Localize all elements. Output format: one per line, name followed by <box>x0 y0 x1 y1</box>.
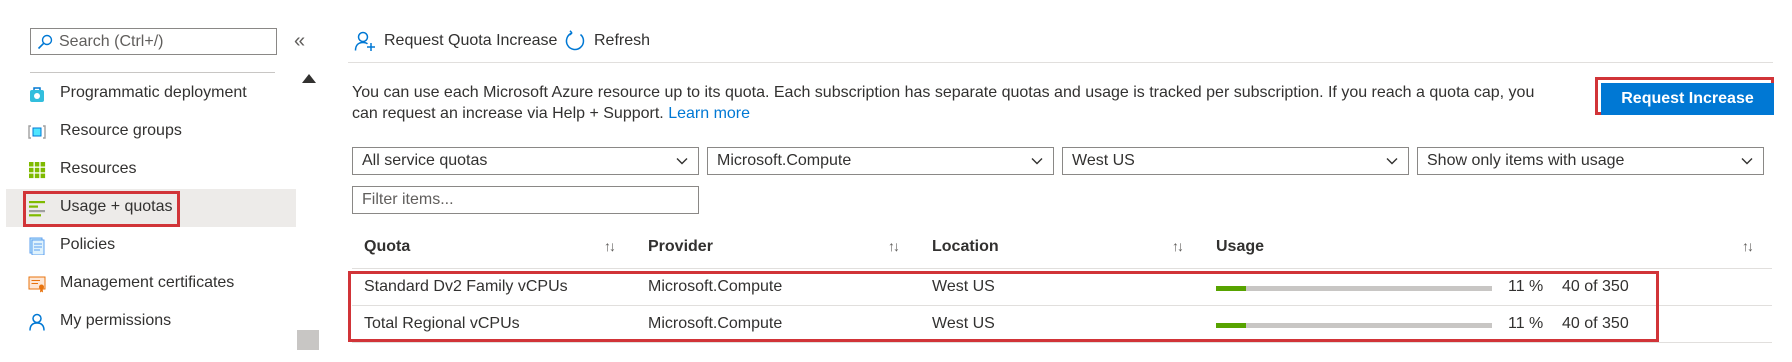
sidebar-item-label: Policies <box>60 236 116 253</box>
person-add-icon <box>354 31 375 51</box>
request-increase-button[interactable]: Request Increase <box>1601 83 1774 115</box>
request-quota-increase-button[interactable]: Request Quota Increase <box>354 28 557 54</box>
filter-items-box[interactable] <box>352 186 699 214</box>
refresh-icon <box>565 30 585 51</box>
chevron-down-icon <box>1741 158 1753 165</box>
chevron-down-icon <box>1386 158 1398 165</box>
search-input[interactable] <box>59 29 269 54</box>
document-icon <box>29 237 45 255</box>
sidebar-divider <box>30 72 275 73</box>
cube-icon <box>28 125 46 139</box>
chevron-down-icon <box>676 158 688 165</box>
learn-more-link[interactable]: Learn more <box>668 105 750 122</box>
dropdown-value: All service quotas <box>362 152 488 169</box>
sort-arrows-icon[interactable]: ↑↓ <box>888 238 900 254</box>
search-box[interactable] <box>30 28 277 55</box>
column-header-quota[interactable]: Quota <box>364 238 410 256</box>
location-dropdown[interactable]: West US <box>1062 147 1409 175</box>
sidebar-item-label: Resource groups <box>60 122 182 139</box>
sidebar-item-resource-groups[interactable]: Resource groups <box>6 113 296 151</box>
sidebar-item-label: Programmatic deployment <box>60 84 247 101</box>
sort-arrows-icon[interactable]: ↑↓ <box>604 238 616 254</box>
filter-items-input[interactable] <box>362 187 682 213</box>
sidebar-item-resources[interactable]: Resources <box>6 151 296 189</box>
request-increase-highlight-box: Request Increase <box>1595 77 1774 115</box>
dropdown-value: Microsoft.Compute <box>717 152 852 169</box>
description-text: You can use each Microsoft Azure resourc… <box>352 84 1535 122</box>
sort-arrows-icon[interactable]: ↑↓ <box>1742 238 1754 254</box>
sort-arrows-icon[interactable]: ↑↓ <box>1172 238 1184 254</box>
usage-filter-dropdown[interactable]: Show only items with usage <box>1417 147 1764 175</box>
column-header-usage[interactable]: Usage <box>1216 238 1264 256</box>
table-header-divider <box>352 268 1772 269</box>
row-divider <box>352 342 1772 343</box>
request-quota-increase-label: Request Quota Increase <box>384 32 558 49</box>
quota-description: You can use each Microsoft Azure resourc… <box>352 82 1552 124</box>
bag-icon <box>30 87 44 102</box>
rows-highlight-box <box>348 271 1659 342</box>
provider-dropdown[interactable]: Microsoft.Compute <box>707 147 1054 175</box>
selection-highlight-box <box>23 191 180 227</box>
grid-icon <box>29 162 46 179</box>
column-header-location[interactable]: Location <box>932 238 999 256</box>
service-quotas-dropdown[interactable]: All service quotas <box>352 147 699 175</box>
sidebar-item-label: Resources <box>60 160 137 177</box>
sidebar-item-programmatic-deployment[interactable]: Programmatic deployment <box>6 75 296 113</box>
scroll-up-arrow-icon[interactable] <box>302 74 316 83</box>
sidebar-item-policies[interactable]: Policies <box>6 227 296 265</box>
dropdown-value: Show only items with usage <box>1427 152 1625 169</box>
toolbar-divider <box>348 62 1773 63</box>
dropdown-value: West US <box>1072 152 1135 169</box>
refresh-label: Refresh <box>594 32 651 49</box>
collapse-sidebar-icon[interactable]: « <box>294 30 305 53</box>
chevron-down-icon <box>1031 158 1043 165</box>
column-header-provider[interactable]: Provider <box>648 238 713 256</box>
search-icon <box>37 34 53 50</box>
refresh-button[interactable]: Refresh <box>564 28 650 54</box>
